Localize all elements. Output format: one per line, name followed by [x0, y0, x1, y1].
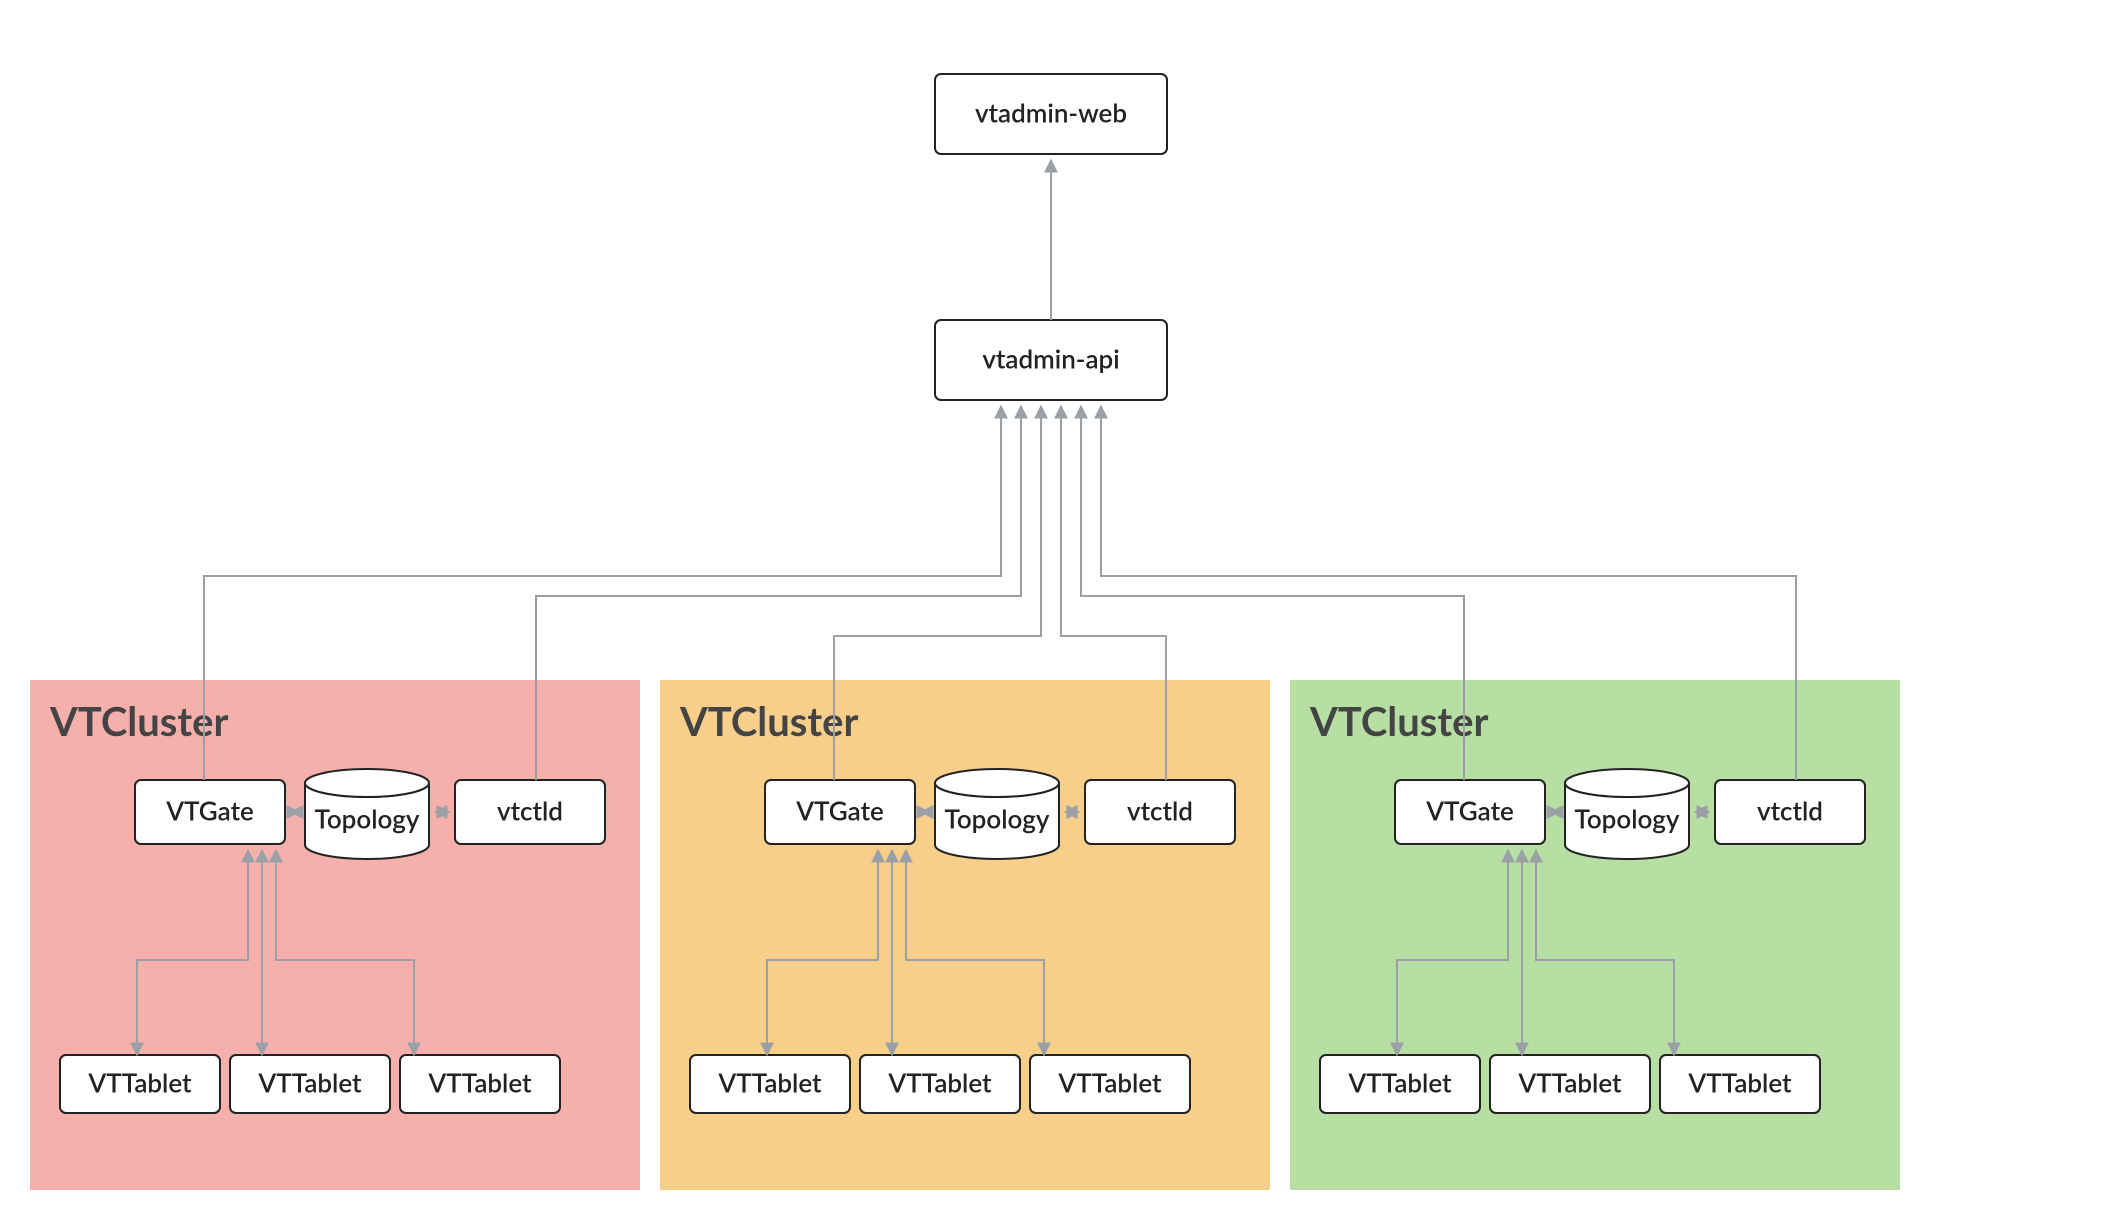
cluster-1-vtgate-label: VTGate [795, 795, 884, 827]
cluster-2-tablet-2-label: VTTablet [1687, 1067, 1792, 1099]
cluster-2-tablet-2: VTTablet [1660, 1055, 1820, 1113]
vtadmin-api-label: vtadmin-api [982, 343, 1119, 375]
cluster-0-vtctld-label: vtctld [497, 795, 563, 827]
cluster-1-tablet-0: VTTablet [690, 1055, 850, 1113]
vtadmin-web-label: vtadmin-web [975, 97, 1127, 129]
cluster-1-tablet-2-label: VTTablet [1057, 1067, 1162, 1099]
cluster-1-topology: Topology [935, 769, 1059, 859]
cluster-1-tablet-2: VTTablet [1030, 1055, 1190, 1113]
cluster-2-vtctld-label: vtctld [1757, 795, 1823, 827]
cluster-1-vtgate: VTGate [765, 780, 915, 844]
cluster-2-vtgate: VTGate [1395, 780, 1545, 844]
cluster-0-topology-label: Topology [315, 803, 420, 835]
cluster-0-tablet-0-label: VTTablet [87, 1067, 192, 1099]
cluster-title-1: VTCluster [679, 697, 858, 745]
cluster-2-topology: Topology [1565, 769, 1689, 859]
cluster-1-tablet-1: VTTablet [860, 1055, 1020, 1113]
cluster-1-vtctld-label: vtctld [1127, 795, 1193, 827]
cluster-0-vtgate: VTGate [135, 780, 285, 844]
cluster-0-tablet-2: VTTablet [400, 1055, 560, 1113]
cluster-2-tablet-1-label: VTTablet [1517, 1067, 1622, 1099]
cluster-2-vtgate-label: VTGate [1425, 795, 1514, 827]
cluster-1-tablet-0-label: VTTablet [717, 1067, 822, 1099]
cluster-title-2: VTCluster [1309, 697, 1488, 745]
cluster-0-tablet-1-label: VTTablet [257, 1067, 362, 1099]
cluster-2-topology-label: Topology [1575, 803, 1680, 835]
cluster-2-tablet-0: VTTablet [1320, 1055, 1480, 1113]
cluster-title-0: VTCluster [49, 697, 228, 745]
cluster-0-vtctld: vtctld [455, 780, 605, 844]
cluster-2-tablet-0-label: VTTablet [1347, 1067, 1452, 1099]
cluster-2-tablet-1: VTTablet [1490, 1055, 1650, 1113]
cluster-2-vtctld: vtctld [1715, 780, 1865, 844]
cluster-0-topology: Topology [305, 769, 429, 859]
vtadmin-api-node: vtadmin-api [935, 320, 1167, 400]
cluster-1-vtctld: vtctld [1085, 780, 1235, 844]
cluster-0-tablet-2-label: VTTablet [427, 1067, 532, 1099]
cluster-1-tablet-1-label: VTTablet [887, 1067, 992, 1099]
cluster-0-vtgate-label: VTGate [165, 795, 254, 827]
vtadmin-web-node: vtadmin-web [935, 74, 1167, 154]
architecture-diagram: vtadmin-web vtadmin-api VTCluster VTClus… [0, 0, 2101, 1212]
cluster-0-tablet-1: VTTablet [230, 1055, 390, 1113]
cluster-0-tablet-0: VTTablet [60, 1055, 220, 1113]
cluster-1-topology-label: Topology [945, 803, 1050, 835]
